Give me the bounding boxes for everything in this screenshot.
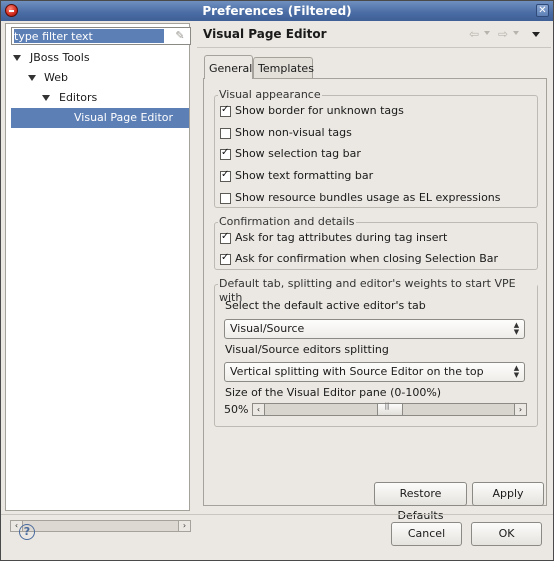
select-updown-icon: ▲ ▼ [513, 321, 520, 336]
slider-right-icon[interactable]: › [514, 404, 526, 415]
select-updown-icon: ▲ ▼ [513, 364, 520, 379]
general-tab-panel: Visual appearance Show border for unknow… [203, 78, 547, 506]
back-arrow-icon[interactable]: ⇦ [469, 27, 479, 41]
tree-item-label: Editors [59, 91, 98, 104]
pane-size-value: 50% [224, 403, 249, 416]
tab-general[interactable]: General [204, 55, 253, 79]
splitting-select[interactable]: Vertical splitting with Source Editor on… [224, 362, 525, 382]
preferences-dialog: Preferences (Filtered) ✕ ✎ JBoss Tools W… [0, 0, 554, 561]
pane-size-label: Size of the Visual Editor pane (0-100%) [225, 386, 442, 399]
default-tab-select[interactable]: Visual/Source ▲ ▼ [224, 319, 525, 339]
tree-item-visual-page-editor[interactable]: Visual Page Editor [11, 108, 189, 128]
confirmation-details-group: Confirmation and details Ask for tag att… [214, 215, 538, 270]
checkbox[interactable] [220, 193, 231, 204]
tab-label: General [209, 62, 253, 75]
preference-tree: JBoss Tools Web Editors Visual Page Edit… [6, 48, 189, 128]
header-divider [197, 47, 551, 48]
checkbox-label: Ask for tag attributes during tag insert [235, 231, 448, 244]
checkbox[interactable] [220, 103, 231, 117]
splitting-label: Visual/Source editors splitting [225, 343, 389, 356]
tab-label: Templates [258, 62, 314, 75]
checkbox-label: Ask for confirmation when closing Select… [235, 252, 499, 265]
preference-tree-pane: ✎ JBoss Tools Web Editors Visual Page Ed… [5, 23, 191, 532]
checkbox[interactable] [220, 128, 231, 139]
checkbox-label: Show text formatting bar [235, 169, 374, 182]
expand-toggle-icon[interactable] [28, 75, 36, 81]
tree-item-web[interactable]: Web [6, 68, 189, 88]
tree-item-label: JBoss Tools [30, 51, 90, 64]
tree-item-label: Web [44, 71, 68, 84]
default-tab-label: Select the default active editor's tab [225, 299, 426, 312]
close-icon[interactable]: ✕ [536, 4, 549, 17]
tree-item-label: Visual Page Editor [74, 111, 174, 124]
tree-item-editors[interactable]: Editors [6, 88, 189, 108]
group-title: Visual appearance [218, 88, 322, 102]
checkbox-label: Show selection tag bar [235, 147, 361, 160]
help-icon[interactable]: ? [19, 524, 35, 540]
checkbox-label: Show resource bundles usage as EL expres… [235, 191, 501, 204]
checkbox[interactable] [220, 230, 231, 244]
checkbox[interactable] [220, 251, 231, 265]
title-bar[interactable]: Preferences (Filtered) ✕ [1, 1, 553, 21]
pane-size-slider[interactable]: ‹ › [252, 402, 527, 416]
visual-appearance-group: Visual appearance Show border for unknow… [214, 88, 538, 208]
filter-input[interactable] [14, 29, 164, 43]
tab-templates[interactable]: Templates [253, 57, 314, 78]
cancel-button[interactable]: Cancel [391, 522, 462, 546]
app-icon[interactable] [5, 4, 18, 17]
forward-history-dropdown-icon[interactable] [513, 31, 519, 35]
tree-horizontal-scrollbar[interactable]: ‹ › [10, 520, 191, 532]
back-history-dropdown-icon[interactable] [484, 31, 490, 35]
view-menu-icon[interactable] [532, 32, 540, 37]
slider-left-icon[interactable]: ‹ [253, 404, 265, 415]
scroll-right-icon[interactable]: › [178, 521, 190, 531]
forward-arrow-icon[interactable]: ⇨ [498, 27, 508, 41]
checkbox-label: Show non-visual tags [235, 126, 352, 139]
tree-item-jboss-tools[interactable]: JBoss Tools [6, 48, 189, 68]
page-title: Visual Page Editor [203, 27, 327, 41]
slider-thumb[interactable] [376, 402, 403, 415]
filter-box: ✎ [11, 27, 191, 45]
pane-splitter[interactable] [191, 23, 195, 511]
select-value: Vertical splitting with Source Editor on… [230, 365, 484, 378]
restore-defaults-button[interactable]: Restore Defaults [374, 482, 467, 522]
apply-button[interactable]: Apply [472, 482, 544, 506]
expand-toggle-icon[interactable] [42, 95, 50, 101]
group-title: Confirmation and details [218, 215, 356, 229]
button-bar-divider [1, 514, 553, 515]
checkbox-label: Show border for unknown tags [235, 104, 404, 117]
ok-button[interactable]: OK [471, 522, 542, 546]
window-title: Preferences (Filtered) [202, 4, 352, 18]
page-header: Visual Page Editor ⇦ ⇨ [197, 23, 551, 47]
checkbox[interactable] [220, 168, 231, 182]
clear-filter-icon[interactable]: ✎ [173, 29, 187, 43]
expand-toggle-icon[interactable] [13, 55, 21, 61]
select-value: Visual/Source [230, 322, 305, 335]
default-settings-group: Default tab, splitting and editor's weig… [214, 277, 538, 427]
checkbox[interactable] [220, 146, 231, 160]
